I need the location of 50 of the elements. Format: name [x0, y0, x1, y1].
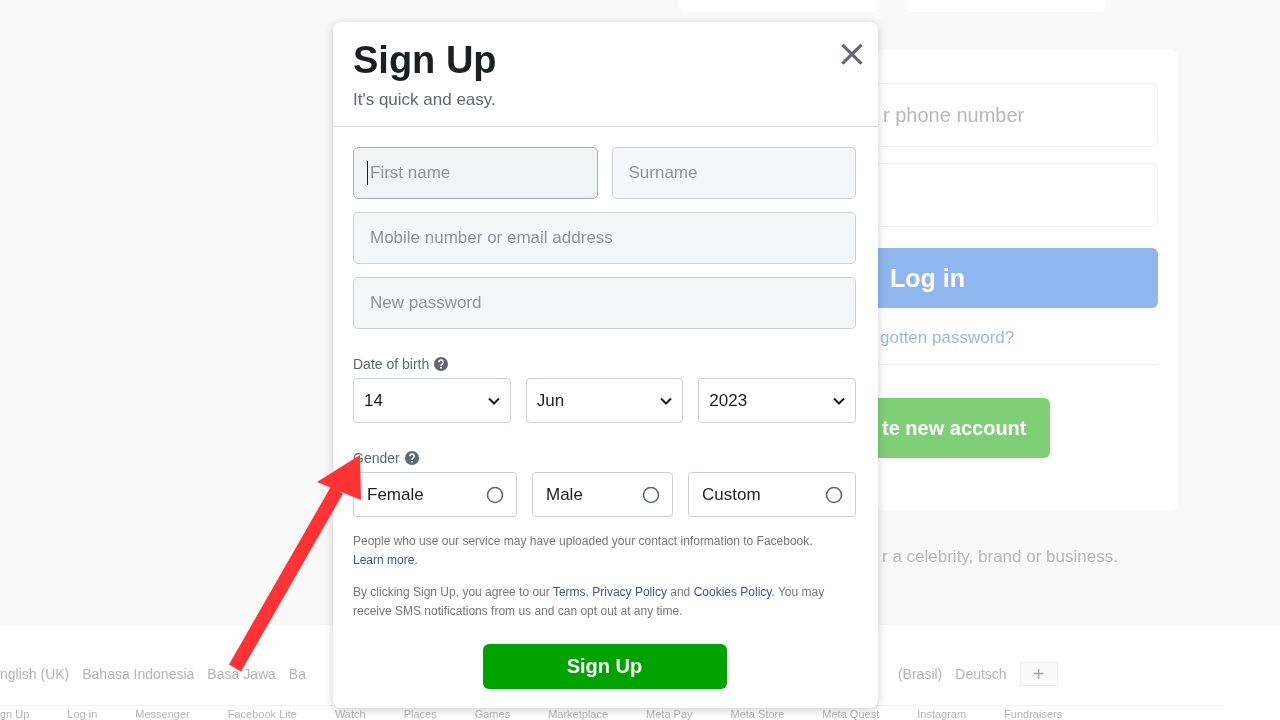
close-button[interactable]: × — [836, 38, 862, 68]
notice-text: People who use our service may have uploaded your contact information to Facebook. Learn more. — [353, 533, 814, 569]
date-select[interactable]: 2023 — [698, 378, 856, 423]
input-field[interactable]: Mobile number or email address — [353, 212, 856, 264]
policy-link[interactable]: Terms — [552, 585, 586, 599]
email-placeholder: r phone number — [883, 103, 1025, 127]
footer-link[interactable]: Instagram — [917, 709, 967, 720]
language-link[interactable]: Ba — [288, 666, 306, 682]
gender-option[interactable]: Female — [353, 472, 517, 517]
footer-link[interactable]: Places — [403, 709, 437, 720]
radio-button[interactable] — [825, 485, 843, 504]
gender-option[interactable]: Male — [532, 472, 673, 517]
input-field[interactable]: New password — [353, 277, 856, 329]
page-note: r a celebrity, brand or business. — [882, 547, 1119, 567]
language-link[interactable]: Basa Jawa — [207, 666, 276, 682]
date-select[interactable]: Jun — [525, 378, 684, 423]
notice-text: By clicking Sign Up, you agree to our Terms, Privacy Policy and Cookies Policy. You may receive SMS notifications from us and can opt out at any time. — [353, 584, 826, 620]
add-language-button[interactable]: + — [1019, 662, 1058, 686]
footer-link[interactable]: Meta Store — [730, 709, 785, 720]
language-link[interactable]: (Brasil) — [897, 666, 943, 682]
footer-link[interactable]: Marketplace — [548, 709, 609, 720]
footer-link[interactable]: Games — [474, 709, 511, 720]
dialog-title: Sign Up — [353, 38, 497, 82]
date-select[interactable]: 14 — [353, 378, 511, 423]
dialog-subtitle: It's quick and easy. — [353, 90, 497, 110]
footer-link[interactable]: Messenger — [135, 709, 190, 720]
help-icon[interactable] — [434, 357, 449, 371]
footer-link[interactable]: Meta Pay — [646, 709, 693, 720]
chevron-icon — [833, 396, 845, 405]
footer-link[interactable]: Log in — [67, 709, 98, 720]
sign-up-button[interactable]: Sign Up — [482, 644, 727, 689]
name-field[interactable]: Surname — [611, 147, 856, 199]
language-link[interactable]: nglish (UK) — [0, 666, 70, 682]
radio-button[interactable] — [486, 485, 504, 504]
radio-button[interactable] — [642, 485, 660, 504]
help-icon[interactable] — [404, 451, 419, 465]
policy-link[interactable]: Privacy Policy — [592, 585, 667, 599]
gender-option[interactable]: Custom — [688, 472, 856, 517]
footer-link[interactable]: Facebook Lite — [227, 709, 297, 720]
name-field[interactable]: First name — [353, 147, 598, 199]
footer-link[interactable]: Fundraisers — [1004, 709, 1063, 720]
date-of-birth-label: Date of birth — [353, 356, 430, 372]
footer-link[interactable]: Watch — [334, 709, 366, 720]
footer-link[interactable]: gn Up — [0, 709, 30, 720]
chevron-icon — [660, 396, 673, 405]
text-cursor — [367, 161, 368, 185]
chevron-icon — [487, 396, 500, 405]
language-link[interactable]: Bahasa Indonesia — [82, 666, 195, 682]
language-link[interactable]: Deutsch — [955, 666, 1007, 682]
footer-link[interactable]: Meta Quest — [822, 709, 880, 720]
